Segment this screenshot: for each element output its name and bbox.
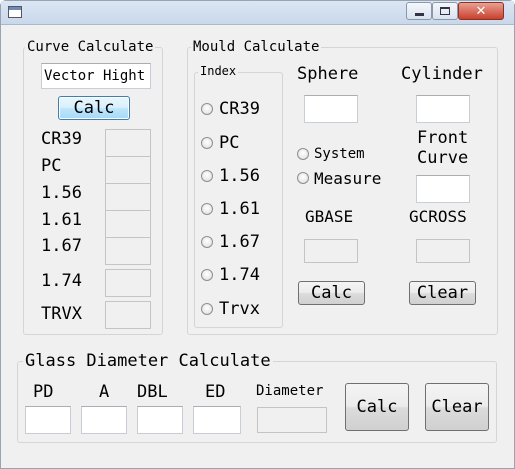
gcross-label: GCROSS <box>409 207 467 226</box>
index-radio-167[interactable] <box>201 236 213 248</box>
index-radio-161[interactable] <box>201 203 213 215</box>
gcross-output <box>416 239 470 263</box>
pd-input[interactable] <box>25 406 71 434</box>
curve-label-pc: PC <box>41 156 62 176</box>
system-label[interactable]: System <box>314 146 365 162</box>
index-label-161[interactable]: 1.61 <box>219 199 260 219</box>
curve-output-174 <box>105 269 151 297</box>
index-radio-156[interactable] <box>201 170 213 182</box>
index-radio-174[interactable] <box>201 269 213 281</box>
curve-label-161: 1.61 <box>41 210 82 230</box>
front-curve-label: Front Curve <box>417 128 469 168</box>
front-curve-field[interactable] <box>417 176 469 202</box>
maximize-button[interactable] <box>432 2 458 20</box>
vector-hight-field[interactable] <box>42 64 150 88</box>
a-field[interactable] <box>82 407 126 433</box>
glass-clear-button[interactable]: Clear <box>425 383 489 431</box>
curve-calc-button[interactable]: Calc <box>58 96 130 120</box>
curve-output-cr39 <box>105 129 151 157</box>
index-label-cr39[interactable]: CR39 <box>219 99 260 119</box>
curve-label-156: 1.56 <box>41 183 82 203</box>
close-icon: ✕ <box>475 3 487 19</box>
glass-diameter-legend: Glass Diameter Calculate <box>23 351 273 371</box>
mould-calc-button[interactable]: Calc <box>298 281 365 305</box>
front-curve-input[interactable] <box>416 175 470 203</box>
cylinder-input[interactable] <box>416 95 470 123</box>
a-input[interactable] <box>81 406 127 434</box>
pd-field[interactable] <box>26 407 70 433</box>
mould-calculate-legend: Mould Calculate <box>191 39 322 55</box>
glass-calc-button[interactable]: Calc <box>345 383 409 431</box>
system-radio[interactable] <box>297 148 309 160</box>
index-radio-cr39[interactable] <box>201 103 213 115</box>
curve-output-156 <box>105 183 151 211</box>
ed-input[interactable] <box>193 406 241 434</box>
dbl-input[interactable] <box>137 406 183 434</box>
index-label-167[interactable]: 1.67 <box>219 232 260 252</box>
curve-output-trvx <box>105 301 151 329</box>
curve-calculate-legend: Curve Calculate <box>25 39 156 55</box>
close-button[interactable]: ✕ <box>458 2 504 20</box>
dbl-field[interactable] <box>138 407 182 433</box>
maximize-icon <box>440 7 450 15</box>
sphere-label: Sphere <box>297 64 359 84</box>
pd-label: PD <box>33 382 54 402</box>
minimize-icon <box>414 12 424 16</box>
title-bar[interactable]: ✕ <box>1 1 514 25</box>
main-window: ✕ Curve Calculate Calc CR39 PC 1.56 1.61… <box>0 0 515 469</box>
curve-label-trvx: TRVX <box>41 304 82 324</box>
measure-label[interactable]: Measure <box>314 169 381 188</box>
cylinder-field[interactable] <box>417 96 469 122</box>
curve-output-167 <box>105 237 151 265</box>
curve-label-174: 1.74 <box>41 271 82 291</box>
diameter-label: Diameter <box>256 383 324 399</box>
curve-output-pc <box>105 156 151 184</box>
curve-output-161 <box>105 210 151 238</box>
mould-clear-button[interactable]: Clear <box>409 281 476 305</box>
dbl-label: DBL <box>137 382 168 402</box>
cylinder-label: Cylinder <box>401 64 483 84</box>
gbase-label: GBASE <box>305 207 354 226</box>
ed-label: ED <box>205 382 226 402</box>
gbase-output <box>304 239 358 263</box>
curve-label-cr39: CR39 <box>41 129 82 149</box>
vector-hight-input[interactable] <box>41 63 151 89</box>
sphere-field[interactable] <box>305 96 357 122</box>
index-radio-trvx[interactable] <box>201 303 213 315</box>
index-legend: Index <box>198 64 239 78</box>
a-label: A <box>99 382 110 402</box>
index-label-pc[interactable]: PC <box>219 133 239 153</box>
diameter-output <box>257 407 327 433</box>
curve-label-167: 1.67 <box>41 236 82 256</box>
index-label-174[interactable]: 1.74 <box>219 265 260 285</box>
measure-radio[interactable] <box>297 172 309 184</box>
app-window-icon <box>8 6 22 18</box>
sphere-input[interactable] <box>304 95 358 123</box>
minimize-button[interactable] <box>406 2 432 20</box>
index-label-156[interactable]: 1.56 <box>219 166 260 186</box>
index-radio-pc[interactable] <box>201 137 213 149</box>
index-label-trvx[interactable]: Trvx <box>219 299 260 319</box>
ed-field[interactable] <box>194 407 240 433</box>
